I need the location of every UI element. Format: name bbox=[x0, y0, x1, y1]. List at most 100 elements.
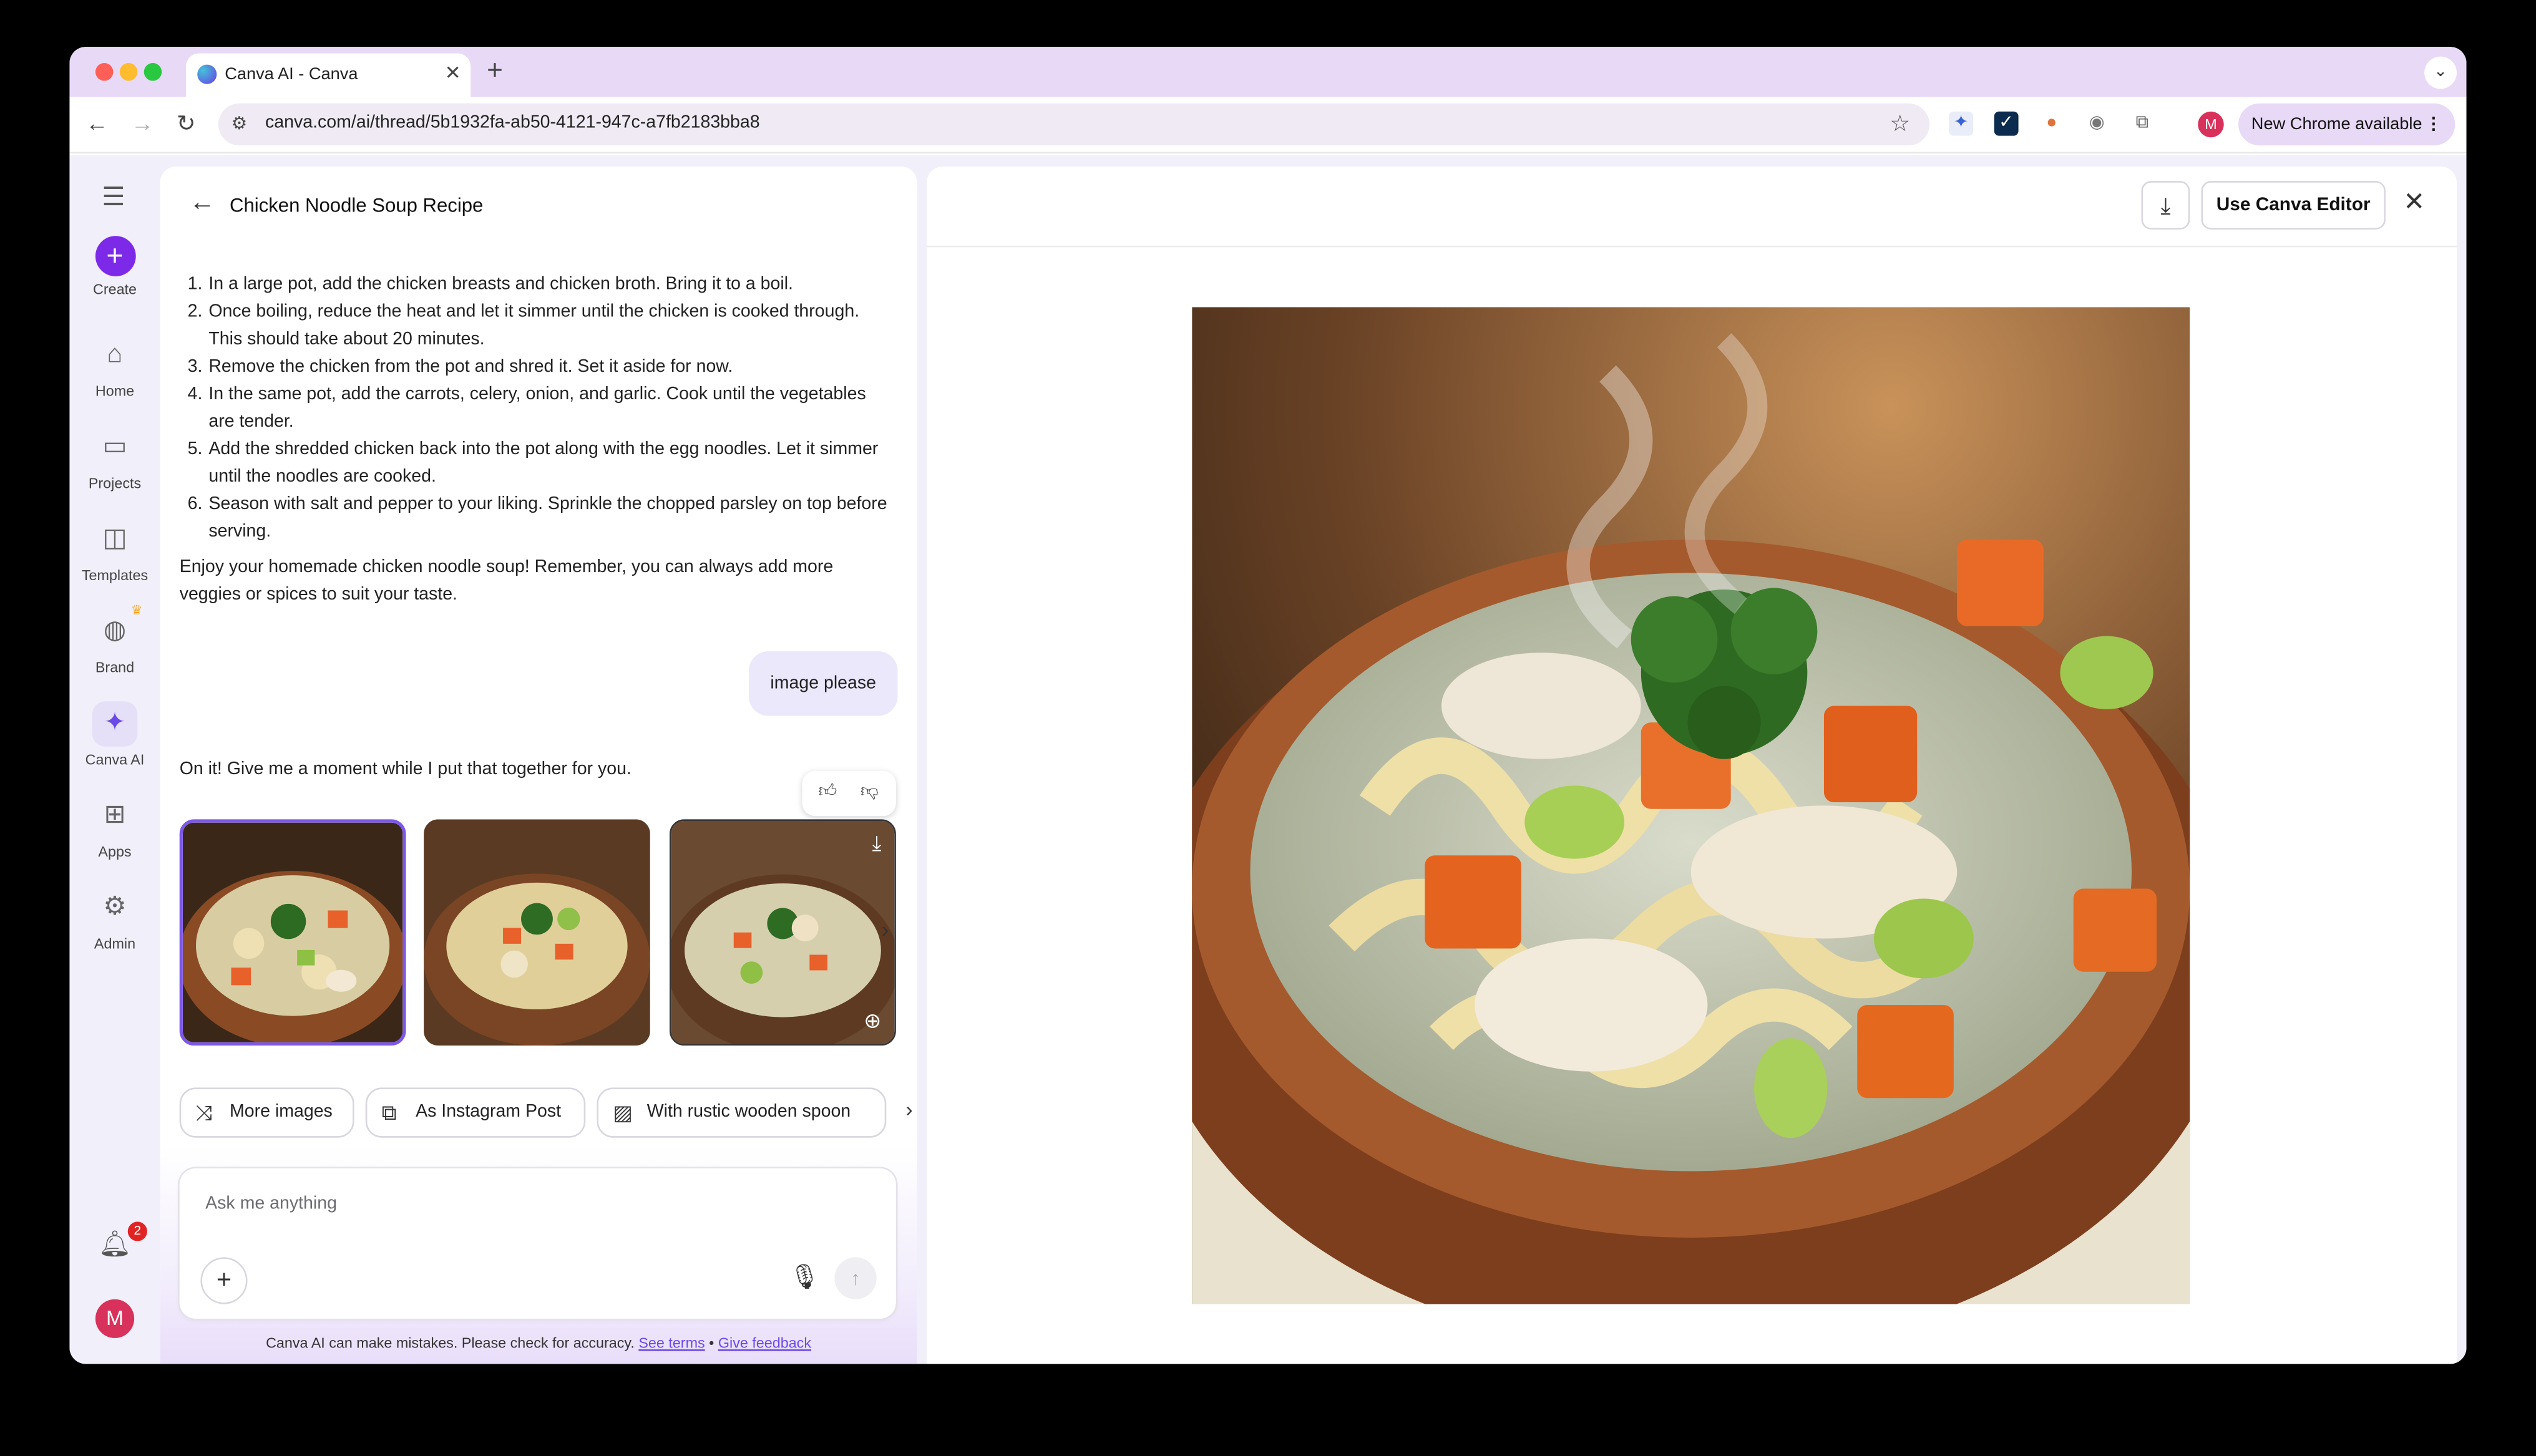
chip-label: More images bbox=[230, 1102, 333, 1122]
rail-label: Canva AI bbox=[85, 751, 145, 768]
rail-item-brand[interactable]: ◍ ♛ Brand bbox=[69, 603, 160, 676]
image-edit-icon: ▨ bbox=[613, 1100, 633, 1125]
shuffle-icon: ⤨ bbox=[195, 1100, 213, 1125]
use-canva-editor-button[interactable]: Use Canva Editor bbox=[2201, 181, 2386, 230]
extensions-puzzle-icon[interactable]: ⧉ bbox=[2130, 112, 2154, 136]
canva-favicon-icon bbox=[197, 64, 217, 84]
address-bar[interactable]: ⚙ canva.com/ai/thread/5b1932fa-ab50-4121… bbox=[218, 103, 1930, 146]
soup-thumbnail-image bbox=[182, 822, 403, 1042]
thumbs-up-icon[interactable]: 👍︎ bbox=[818, 780, 837, 802]
rail-item-templates[interactable]: ◫ Templates bbox=[69, 517, 160, 583]
suggestion-more-images[interactable]: ⤨ More images bbox=[179, 1087, 354, 1138]
rail-item-admin[interactable]: ⚙ Admin bbox=[69, 886, 160, 952]
reload-icon[interactable]: ↻ bbox=[172, 110, 201, 137]
gear-icon: ⚙ bbox=[103, 893, 127, 921]
chat-title: Chicken Noodle Soup Recipe bbox=[230, 193, 484, 217]
zoom-window-button[interactable] bbox=[144, 63, 162, 81]
chip-label: As Instagram Post bbox=[416, 1102, 562, 1122]
see-terms-link[interactable]: See terms bbox=[638, 1335, 705, 1351]
left-rail: ☰ + Create ⌂ Home ▭ Projects ◫ Templates… bbox=[69, 155, 160, 1364]
rail-item-create[interactable]: + Create bbox=[69, 236, 160, 298]
download-button[interactable]: ⤓ bbox=[2141, 181, 2190, 230]
tab-close-icon[interactable]: ✕ bbox=[445, 61, 461, 84]
forward-icon[interactable]: → bbox=[128, 110, 157, 135]
folder-icon: ▭ bbox=[102, 433, 127, 461]
send-button[interactable]: ↑ bbox=[834, 1257, 877, 1299]
suggestion-as-instagram-post[interactable]: ⧉ As Instagram Post bbox=[365, 1087, 586, 1138]
minimize-window-button[interactable] bbox=[119, 63, 138, 81]
soup-thumbnail-image bbox=[424, 819, 650, 1046]
rail-label: Projects bbox=[88, 475, 142, 492]
bookmark-star-icon[interactable]: ☆ bbox=[1890, 110, 1910, 137]
camera-icon[interactable]: ◉ bbox=[2085, 112, 2109, 136]
rail-label: Create bbox=[92, 281, 137, 298]
sparkle-icon: ✦ bbox=[92, 701, 138, 747]
feedback-toolbar: 👍︎ 👎︎ bbox=[802, 770, 896, 817]
chip-label: With rustic wooden spoon bbox=[646, 1102, 851, 1122]
chevron-right-icon[interactable]: › bbox=[905, 1097, 912, 1122]
rail-item-canva-ai[interactable]: ✦ Canva AI bbox=[69, 701, 160, 767]
generated-image-thumbnail[interactable] bbox=[424, 819, 650, 1046]
download-icon[interactable]: ⤓ bbox=[872, 831, 882, 857]
list-item: 4. In the same pot, add the carrots, cele… bbox=[187, 384, 866, 432]
templates-icon: ◫ bbox=[102, 525, 127, 553]
chat-panel: ← Chicken Noodle Soup Recipe 1. In a larg… bbox=[160, 166, 917, 1364]
apps-icon: ⊞ bbox=[104, 801, 126, 829]
suggestion-rustic-spoon[interactable]: ▨ With rustic wooden spoon bbox=[597, 1087, 887, 1138]
new-tab-icon[interactable]: + bbox=[487, 55, 503, 87]
new-chrome-available-button[interactable]: New Chrome available ⋮ bbox=[2238, 103, 2456, 146]
bell-icon: 🔔︎ bbox=[98, 1231, 132, 1259]
chicken-noodle-soup-image bbox=[1192, 307, 2190, 1304]
zoom-in-icon[interactable]: ⊕ bbox=[864, 1008, 881, 1034]
rail-label: Apps bbox=[98, 843, 132, 860]
add-attachment-button[interactable]: + bbox=[200, 1257, 248, 1304]
extension-check-icon[interactable]: ✓ bbox=[1994, 111, 2019, 136]
microphone-icon[interactable]: 🎙︎ bbox=[789, 1262, 820, 1291]
image-preview-panel: ⤓ Use Canva Editor ✕ bbox=[927, 166, 2457, 1364]
back-icon[interactable]: ← bbox=[82, 110, 112, 135]
tab-title: Canva AI - Canva bbox=[225, 64, 358, 84]
close-window-button[interactable] bbox=[95, 63, 114, 81]
url-text: canva.com/ai/thread/5b1932fa-ab50-4121-9… bbox=[265, 113, 760, 133]
close-icon[interactable]: ✕ bbox=[2403, 186, 2425, 218]
notifications-button[interactable]: 🔔︎ 2 bbox=[69, 1221, 160, 1261]
ask-input[interactable] bbox=[205, 1194, 852, 1214]
crown-icon: ♛ bbox=[130, 603, 143, 618]
rail-label: Brand bbox=[95, 659, 135, 676]
list-item: 2. Once boiling, reduce the heat and let … bbox=[187, 302, 860, 349]
browser-tab[interactable]: Canva AI - Canva ✕ bbox=[186, 53, 471, 97]
rail-item-home[interactable]: ⌂ Home bbox=[69, 333, 160, 399]
thumbs-down-icon[interactable]: 👎︎ bbox=[861, 780, 879, 802]
hamburger-menu-icon[interactable]: ☰ bbox=[102, 181, 125, 213]
disclaimer: Canva AI can make mistakes. Please check… bbox=[160, 1335, 917, 1351]
user-avatar[interactable]: M bbox=[95, 1299, 135, 1338]
extension-bottle-icon[interactable]: ● bbox=[2039, 112, 2064, 136]
extension-puzzle-color-icon[interactable]: ✦ bbox=[1949, 111, 1973, 136]
new-chrome-label: New Chrome available bbox=[2251, 114, 2422, 135]
chevron-right-icon[interactable]: › bbox=[882, 916, 889, 942]
give-feedback-link[interactable]: Give feedback bbox=[718, 1335, 811, 1351]
canva-app: ☰ + Create ⌂ Home ▭ Projects ◫ Templates… bbox=[69, 155, 2467, 1364]
resize-icon: ⧉ bbox=[381, 1100, 397, 1125]
generated-image-thumbnail[interactable]: ⤓ ⊕ bbox=[670, 819, 896, 1046]
ai-reply-message: On it! Give me a moment while I put that… bbox=[179, 759, 632, 779]
browser-window: Canva AI - Canva ✕ + ⌄ ← → ↻ ⚙ canva.com… bbox=[69, 47, 2467, 1364]
soup-thumbnail-image bbox=[671, 820, 895, 1044]
chrome-profile-avatar[interactable]: M bbox=[2198, 111, 2224, 138]
chat-composer: + 🎙︎ ↑ bbox=[179, 1168, 896, 1319]
rail-item-projects[interactable]: ▭ Projects bbox=[69, 425, 160, 491]
list-item: 6. Season with salt and pepper to your li… bbox=[187, 494, 887, 541]
plus-icon: + bbox=[94, 236, 135, 276]
more-vert-icon[interactable]: ⋮ bbox=[2425, 104, 2442, 145]
rail-label: Admin bbox=[94, 935, 136, 952]
back-arrow-icon[interactable]: ← bbox=[189, 189, 215, 218]
site-settings-icon[interactable]: ⚙ bbox=[232, 113, 248, 134]
closing-message: Enjoy your homemade chicken noodle soup!… bbox=[179, 557, 834, 604]
notification-badge: 2 bbox=[127, 1221, 147, 1241]
disclaimer-separator: • bbox=[709, 1334, 714, 1351]
generated-image-thumbnail[interactable] bbox=[179, 819, 406, 1046]
list-item: 3. Remove the chicken from the pot and sh… bbox=[187, 357, 733, 377]
tab-search-chevron-icon[interactable]: ⌄ bbox=[2424, 56, 2457, 89]
disclaimer-text: Canva AI can make mistakes. Please check… bbox=[266, 1334, 635, 1351]
rail-item-apps[interactable]: ⊞ Apps bbox=[69, 794, 160, 860]
